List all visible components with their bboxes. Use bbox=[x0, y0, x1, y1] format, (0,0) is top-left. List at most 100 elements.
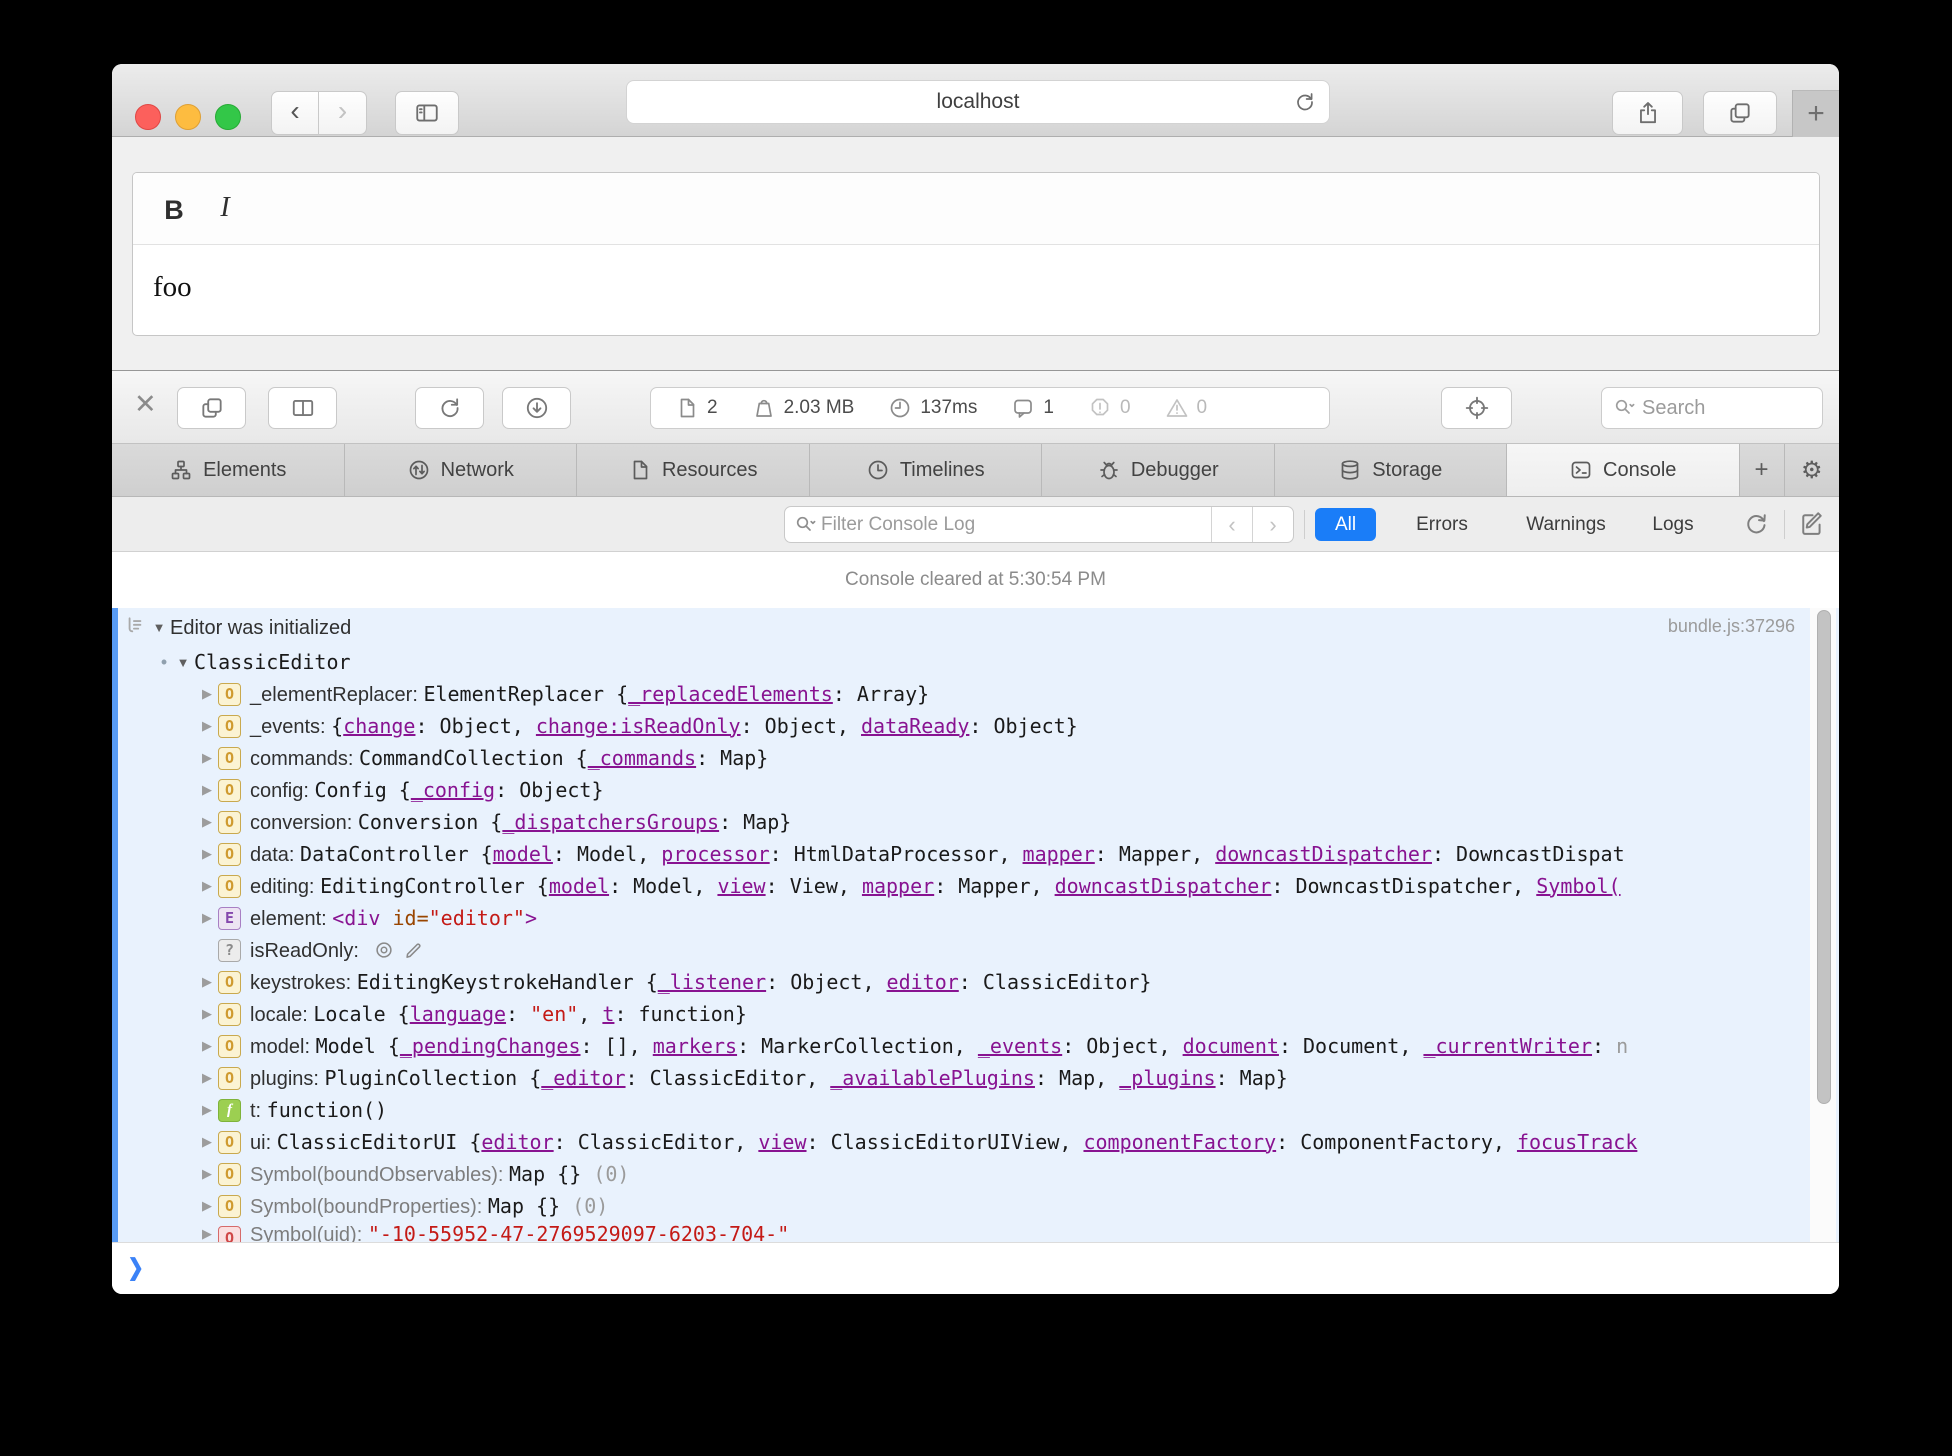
row-text: locale: Locale {language: "en", t: funct… bbox=[250, 1001, 747, 1026]
type-badge-O: O bbox=[218, 778, 241, 802]
log-type-icon bbox=[122, 614, 148, 640]
tree-row[interactable]: ▶ Ocommands: CommandCollection {_commands… bbox=[112, 742, 1839, 774]
scope-all[interactable]: All bbox=[1315, 508, 1376, 541]
scratchpad-icon[interactable] bbox=[1798, 510, 1826, 538]
tree-row[interactable]: ▶ O Symbol(boundProperties): Map {} (0) bbox=[112, 1190, 1839, 1222]
tree-row[interactable]: ▶ Oui: ClassicEditorUI {editor: ClassicEd… bbox=[112, 1126, 1839, 1158]
expand-triangle-icon[interactable]: ▶ bbox=[196, 974, 218, 990]
tree-row[interactable]: ▶ Oconfig: Config {_config: Object} bbox=[112, 774, 1839, 806]
bold-button[interactable]: B bbox=[157, 191, 191, 229]
stat-clock[interactable]: 137ms bbox=[888, 396, 977, 420]
console-message[interactable]: ▼ Editor was initialized bbox=[112, 608, 1839, 646]
expand-triangle-icon[interactable]: ▶ bbox=[196, 782, 218, 798]
eye-icon[interactable] bbox=[373, 939, 395, 961]
scope-warnings[interactable]: Warnings bbox=[1510, 508, 1622, 541]
pencil-icon[interactable] bbox=[403, 939, 425, 961]
inspect-element-button[interactable] bbox=[1441, 387, 1512, 429]
inspector-settings-button[interactable]: ⚙ bbox=[1785, 444, 1840, 496]
stat-octagon[interactable]: 0 bbox=[1088, 396, 1131, 420]
expand-triangle-icon[interactable]: ▶ bbox=[196, 686, 218, 702]
row-text: Symbol(uid): "-10-55952-47-2769529097-62… bbox=[250, 1222, 790, 1242]
tree-row[interactable]: ▶ O _elementReplacer: ElementReplacer {_re… bbox=[112, 678, 1839, 710]
clear-console-icon[interactable] bbox=[1742, 510, 1770, 538]
expand-triangle-icon[interactable]: ▶ bbox=[196, 814, 218, 830]
console-prompt[interactable]: ❯ bbox=[112, 1242, 1839, 1294]
expand-triangle-icon[interactable]: ▶ bbox=[196, 1166, 218, 1182]
close-inspector-button[interactable]: ✕ bbox=[134, 391, 157, 418]
row-text: isReadOnly: bbox=[250, 939, 365, 962]
octagon-icon bbox=[1088, 396, 1112, 420]
expand-triangle-icon[interactable]: ▶ bbox=[196, 1134, 218, 1150]
stat-wtriangle[interactable]: 0 bbox=[1165, 396, 1207, 420]
reload-icon[interactable] bbox=[1293, 90, 1317, 114]
zoom-window-button[interactable] bbox=[215, 104, 241, 130]
tab-debugger[interactable]: Debugger bbox=[1042, 444, 1275, 496]
minimize-window-button[interactable] bbox=[175, 104, 201, 130]
italic-button[interactable]: I bbox=[211, 189, 239, 227]
tab-storage[interactable]: Storage bbox=[1275, 444, 1507, 496]
tree-row[interactable]: ▶ O Symbol(uid): "-10-55952-47-2769529097-… bbox=[112, 1222, 1839, 1242]
console-log-area[interactable]: ▼ Editor was initialized • ▼ ClassicEditor ▶ O… bbox=[112, 608, 1839, 1242]
detach-inspector-button[interactable] bbox=[177, 387, 246, 429]
address-bar[interactable]: localhost bbox=[626, 80, 1330, 124]
editor-content[interactable]: foo bbox=[133, 245, 1819, 330]
back-button[interactable]: ‹ bbox=[271, 91, 319, 135]
expand-triangle-icon[interactable]: ▶ bbox=[196, 1102, 218, 1118]
expand-triangle-icon[interactable]: ▶ bbox=[196, 1226, 218, 1242]
scope-errors[interactable]: Errors bbox=[1398, 508, 1486, 541]
tree-row[interactable]: ? isReadOnly: bbox=[112, 934, 1839, 966]
expand-triangle-icon[interactable]: ▶ bbox=[196, 750, 218, 766]
stat-weight[interactable]: 2.03 MB bbox=[752, 396, 854, 420]
share-button[interactable] bbox=[1612, 91, 1683, 135]
forward-button[interactable]: › bbox=[319, 91, 367, 135]
tree-row[interactable]: ▶ Odata: DataController {model: Model, pr… bbox=[112, 838, 1839, 870]
expand-triangle-icon[interactable]: ▶ bbox=[196, 1006, 218, 1022]
sidebar-button[interactable] bbox=[395, 91, 459, 135]
source-location-link[interactable]: bundle.js:37296 bbox=[1668, 616, 1795, 637]
row-text: keystrokes: EditingKeystrokeHandler {_li… bbox=[250, 969, 1152, 994]
collapse-triangle-icon[interactable]: ▼ bbox=[172, 655, 194, 670]
download-webarchive-button[interactable] bbox=[502, 387, 571, 429]
tree-row[interactable]: • ▼ ClassicEditor bbox=[112, 646, 1839, 678]
tree-row[interactable]: ▶ O Symbol(boundObservables): Map {} (0) bbox=[112, 1158, 1839, 1190]
add-tab-button[interactable]: + bbox=[1740, 444, 1785, 496]
scope-logs[interactable]: Logs bbox=[1640, 508, 1706, 541]
tree-row[interactable]: ▶ Oediting: EditingController {model: Mod… bbox=[112, 870, 1839, 902]
tree-row[interactable]: ▶ Oconversion: Conversion {_dispatchersGr… bbox=[112, 806, 1839, 838]
expand-triangle-icon[interactable]: ▶ bbox=[196, 878, 218, 894]
expand-triangle-icon[interactable]: ▶ bbox=[196, 718, 218, 734]
expand-triangle-icon[interactable]: ▶ bbox=[196, 1038, 218, 1054]
tab-label: Network bbox=[440, 458, 514, 481]
find-next-button[interactable]: › bbox=[1252, 507, 1293, 542]
tree-row[interactable]: ▶ f t: function() bbox=[112, 1094, 1839, 1126]
tab-console[interactable]: Console bbox=[1507, 444, 1740, 496]
scrollbar-thumb[interactable] bbox=[1817, 610, 1831, 1104]
tree-row[interactable]: ▶ O _events: {change: Object, change:isRea… bbox=[112, 710, 1839, 742]
new-tab-button[interactable]: + bbox=[1792, 90, 1839, 137]
tab-resources[interactable]: Resources bbox=[577, 444, 810, 496]
expand-triangle-icon[interactable]: ▶ bbox=[196, 1198, 218, 1214]
reload-page-button[interactable] bbox=[415, 387, 484, 429]
close-window-button[interactable] bbox=[135, 104, 161, 130]
type-badge-O: O bbox=[218, 746, 241, 770]
dock-side-button[interactable] bbox=[268, 387, 337, 429]
stat-doc[interactable]: 2 bbox=[675, 396, 718, 420]
tab-network[interactable]: Network bbox=[345, 444, 577, 496]
stat-bubble[interactable]: 1 bbox=[1011, 396, 1054, 420]
show-tabs-button[interactable] bbox=[1703, 91, 1777, 135]
filter-console-input[interactable]: Filter Console Log ‹ › bbox=[784, 506, 1294, 543]
tree-row[interactable]: ▶ Eelement: <div id="editor"> bbox=[112, 902, 1839, 934]
tab-elements[interactable]: Elements bbox=[112, 444, 345, 496]
resource-stats-bar[interactable]: 2 2.03 MB 137ms 1 0 0 bbox=[650, 387, 1330, 429]
tree-row[interactable]: ▶ Oplugins: PluginCollection {_editor: Cl… bbox=[112, 1062, 1839, 1094]
inspector-search-field[interactable]: Search bbox=[1601, 387, 1823, 429]
expand-triangle-icon[interactable]: ▶ bbox=[196, 910, 218, 926]
expand-triangle-icon[interactable]: ▶ bbox=[196, 1070, 218, 1086]
tab-timelines[interactable]: Timelines bbox=[810, 444, 1042, 496]
tree-row[interactable]: ▶ Omodel: Model {_pendingChanges: [], mar… bbox=[112, 1030, 1839, 1062]
expand-triangle-icon[interactable]: ▶ bbox=[196, 846, 218, 862]
collapse-triangle-icon[interactable]: ▼ bbox=[148, 620, 170, 635]
find-previous-button[interactable]: ‹ bbox=[1211, 507, 1252, 542]
tree-row[interactable]: ▶ Olocale: Locale {language: "en", t: fun… bbox=[112, 998, 1839, 1030]
tree-row[interactable]: ▶ Okeystrokes: EditingKeystrokeHandler {_… bbox=[112, 966, 1839, 998]
